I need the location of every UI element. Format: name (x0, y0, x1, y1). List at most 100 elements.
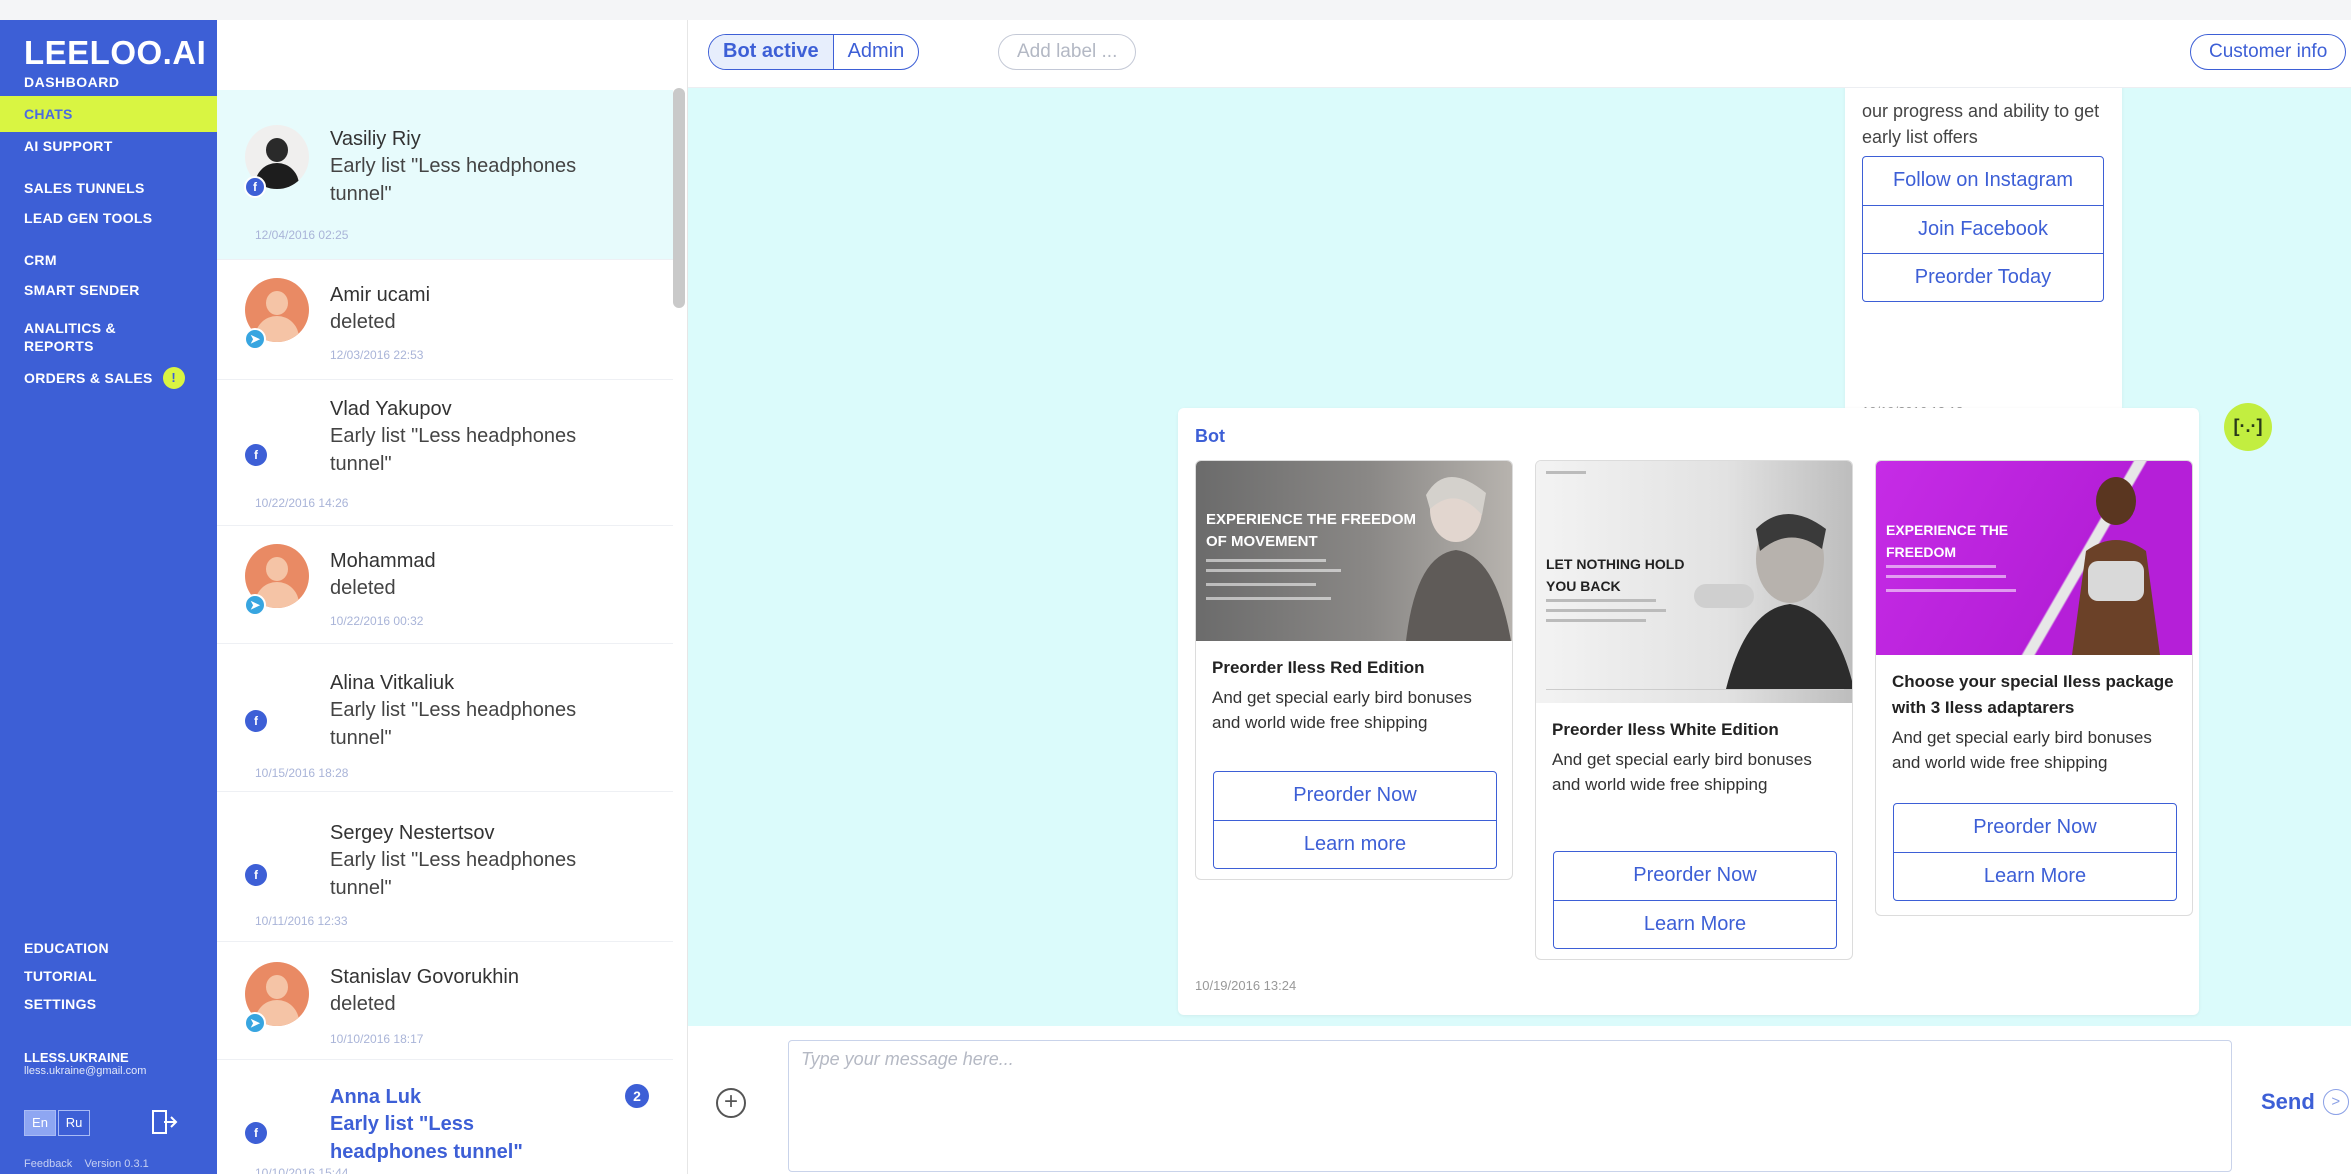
chat-date: 10/15/2016 18:28 (255, 766, 349, 780)
chat-list-item[interactable]: f Anna Luk Early list "Less headphones t… (217, 1060, 673, 1174)
chat-list-item[interactable]: f Alina Vitkaliuk Early list "Less headp… (217, 644, 673, 792)
product-image: LET NOTHING HOLD YOU BACK (1536, 461, 1852, 703)
sidebar: LEELOO.AI DASHBOARD CHATS AI SUPPORT SAL… (0, 20, 217, 1174)
chat-date: 10/11/2016 12:33 (255, 914, 348, 928)
learn-more-button[interactable]: Learn More (1894, 852, 2176, 900)
facebook-icon: f (245, 444, 267, 466)
admin-button[interactable]: Admin (834, 35, 919, 69)
preorder-today-button[interactable]: Preorder Today (1863, 253, 2103, 301)
product-subtitle: And get special early bird bonuses and w… (1892, 728, 2152, 772)
button-group: Preorder Now Learn More (1893, 803, 2177, 901)
sidebar-item-smart-sender[interactable]: SMART SENDER (0, 272, 217, 308)
product-subtitle: And get special early bird bonuses and w… (1212, 688, 1472, 732)
feedback-link[interactable]: Feedback (24, 1158, 72, 1170)
chat-name: Vlad Yakupov (330, 398, 452, 420)
sidebar-item-label: SALES TUNNELS (24, 180, 145, 196)
chat-preview: deleted (330, 311, 396, 333)
sidebar-item-analitics-reports[interactable]: ANALITICS & REPORTS (0, 310, 150, 364)
send-button[interactable]: Send > (2261, 1089, 2349, 1115)
logout-icon[interactable] (150, 1108, 178, 1143)
chat-list-item[interactable]: ➤ Stanislav Govorukhin deleted 10/10/201… (217, 942, 673, 1060)
bot-active-button[interactable]: Bot active (709, 35, 834, 69)
telegram-icon: ➤ (244, 1012, 266, 1034)
facebook-icon: f (245, 1122, 267, 1144)
preorder-now-button[interactable]: Preorder Now (1894, 804, 2176, 852)
add-label-button[interactable]: Add label ... (998, 34, 1137, 70)
footer: Feedback Version 0.3.1 (24, 1158, 149, 1170)
chat-preview: Early list "Less headphones tunnel" (330, 849, 577, 899)
lang-en-button[interactable]: En (24, 1110, 56, 1136)
facebook-icon: f (244, 176, 266, 198)
sidebar-item-label: LEAD GEN TOOLS (24, 210, 153, 226)
chat-date: 10/22/2016 14:26 (255, 496, 349, 510)
preorder-now-button[interactable]: Preorder Now (1214, 772, 1496, 820)
sidebar-item-label: AI SUPPORT (24, 138, 113, 154)
follow-instagram-button[interactable]: Follow on Instagram (1863, 157, 2103, 205)
product-subtitle: And get special early bird bonuses and w… (1552, 750, 1812, 794)
sender-label: Bot (1195, 426, 1225, 446)
facebook-icon: f (245, 864, 267, 886)
chat-list: f Vasiliy Riy Early list "Less headphone… (217, 20, 688, 1174)
model-photo (2072, 477, 2160, 655)
message-timestamp: 10/19/2016 13:24 (1195, 978, 1297, 993)
learn-more-button[interactable]: Learn more (1214, 820, 1496, 868)
product-card: EXPERIENCE THE FREEDOM OF MOVEMENT Preor… (1195, 460, 1513, 880)
chat-header: Bot active Admin Add label ... Customer … (688, 20, 2351, 88)
chat-name: Alina Vitkaliuk (330, 672, 455, 694)
sidebar-item-orders-sales[interactable]: ORDERS & SALES! (0, 360, 217, 396)
brand-subtitle: DASHBOARD (24, 74, 120, 90)
product-title: Preorder Iless White Edition (1552, 720, 1779, 739)
product-title: Choose your special Iless package with 3… (1892, 672, 2174, 717)
chat-preview: deleted (330, 577, 396, 599)
sidebar-item-settings[interactable]: SETTINGS (0, 986, 217, 1022)
chat-preview: deleted (330, 993, 396, 1015)
unread-badge: 2 (625, 1084, 649, 1108)
button-group: Preorder Now Learn more (1213, 771, 1497, 869)
account-name: LLESS.UKRAINE (24, 1050, 129, 1065)
chat-preview: Early list "Less headphones tunnel" (330, 1113, 523, 1163)
customer-info-button[interactable]: Customer info (2190, 34, 2347, 70)
arrow-right-icon: > (2322, 1089, 2349, 1115)
sidebar-item-label: TUTORIAL (24, 968, 97, 984)
chat-list-item[interactable]: f Vasiliy Riy Early list "Less headphone… (217, 90, 673, 260)
sidebar-item-chats[interactable]: CHATS (0, 96, 217, 132)
message-composer: + Send > (688, 1026, 2351, 1174)
chat-list-item[interactable]: ➤ Mohammad deleted 10/22/2016 00:32 (217, 526, 673, 644)
lang-ru-button[interactable]: Ru (58, 1110, 90, 1136)
chat-preview: Early list "Less headphones tunnel" (330, 425, 577, 475)
learn-more-button[interactable]: Learn More (1554, 900, 1836, 948)
mode-toggle: Bot active Admin (708, 34, 920, 70)
join-facebook-button[interactable]: Join Facebook (1863, 205, 2103, 253)
chat-preview: Early list "Less headphones tunnel" (330, 699, 577, 749)
chat-list-item[interactable]: ➤ Amir ucami deleted 12/03/2016 22:53 (217, 260, 673, 380)
sidebar-item-label: CHATS (24, 106, 73, 122)
chat-date: 10/10/2016 15:44 (255, 1166, 349, 1174)
sidebar-item-lead-gen-tools[interactable]: LEAD GEN TOOLS (0, 200, 217, 236)
sidebar-item-label: SETTINGS (24, 996, 97, 1012)
brand[interactable]: LEELOO.AI DASHBOARD (24, 34, 206, 90)
model-photo (1694, 514, 1852, 689)
button-group: Follow on Instagram Join Facebook Preord… (1862, 156, 2104, 302)
sidebar-item-ai-support[interactable]: AI SUPPORT (0, 128, 217, 164)
preorder-now-button[interactable]: Preorder Now (1554, 852, 1836, 900)
chat-list-item[interactable]: f Sergey Nestertsov Early list "Less hea… (217, 792, 673, 942)
add-attachment-icon[interactable]: + (716, 1088, 746, 1118)
account-email: lless.ukraine@gmail.com (24, 1065, 147, 1077)
previous-message-card: our progress and ability to get early li… (1845, 88, 2122, 456)
send-label: Send (2261, 1089, 2315, 1114)
chat-date: 12/03/2016 22:53 (330, 348, 424, 362)
sidebar-item-label: ORDERS & SALES (24, 370, 153, 386)
message-input[interactable] (788, 1040, 2232, 1172)
product-card: EXPERIENCE THE FREEDOM Choose your speci… (1875, 460, 2193, 916)
message-text: our progress and ability to get early li… (1862, 101, 2100, 147)
chat-name: Stanislav Govorukhin (330, 966, 519, 988)
alert-badge-icon: ! (162, 367, 185, 389)
bot-avatar-icon: [·.·] (2224, 403, 2272, 451)
chat-preview: Early list "Less headphones tunnel" (330, 155, 577, 205)
chat-list-item[interactable]: f Vlad Yakupov Early list "Less headphon… (217, 380, 673, 526)
product-card: LET NOTHING HOLD YOU BACK Preorder Iless… (1535, 460, 1853, 960)
chat-list-scrollbar[interactable] (673, 88, 685, 308)
sidebar-item-label: SMART SENDER (24, 282, 140, 298)
brand-logo: LEELOO.AI (24, 34, 207, 71)
version-text: Version 0.3.1 (84, 1158, 149, 1170)
